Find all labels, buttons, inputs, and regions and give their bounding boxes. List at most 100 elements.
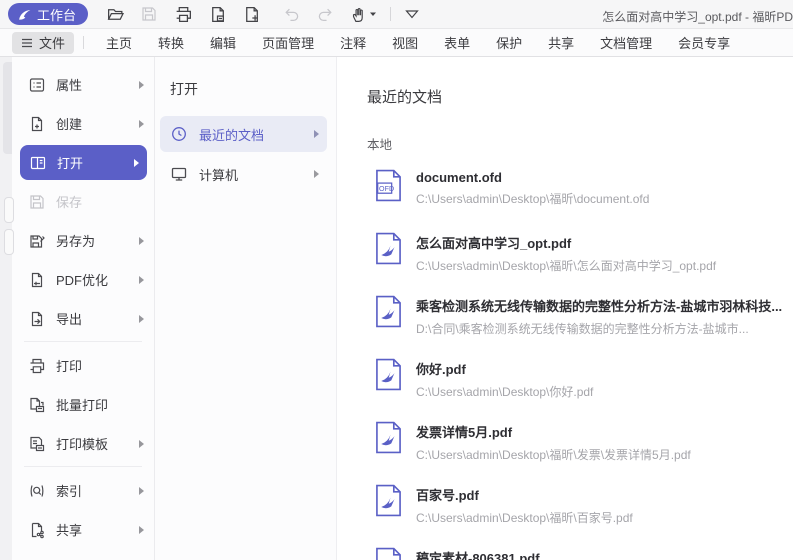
file-path: C:\Users\admin\Desktop\你好.pdf [416, 383, 593, 400]
pdf-file-icon [375, 232, 402, 265]
toolbar-divider [390, 7, 391, 21]
open-panel-title: 打开 [170, 79, 336, 99]
submenu-arrow-icon [314, 130, 319, 138]
pdf-file-icon [375, 547, 402, 560]
menu-item-save: 保存 [12, 182, 154, 221]
create-icon [28, 115, 46, 133]
submenu-arrow-icon [139, 81, 144, 89]
open-folder-icon[interactable] [102, 2, 128, 26]
export-icon [28, 310, 46, 328]
window-title: 怎么面对高中学习_opt.pdf - 福昕PD [602, 8, 793, 25]
batch-print-icon [28, 396, 46, 414]
open-icon [29, 154, 47, 172]
properties-icon [28, 76, 46, 94]
file-name: 乘客检测系统无线传输数据的完整性分析方法-盐城市羽林科技... [416, 294, 782, 315]
page-minus-icon[interactable] [204, 2, 230, 26]
menu-item-batch-print[interactable]: 批量打印 [12, 385, 154, 424]
recent-file-row[interactable]: 乘客检测系统无线传输数据的完整性分析方法-盐城市羽林科技... D:\合同\乘客… [367, 294, 793, 357]
hamburger-icon [21, 38, 33, 48]
tab-file[interactable]: 文件 [12, 32, 74, 54]
print-icon [28, 357, 46, 375]
recent-file-row[interactable]: 百家号.pdf C:\Users\admin\Desktop\福昕\百家号.pd… [367, 483, 793, 546]
open-item-recent-documents[interactable]: 最近的文档 [160, 116, 327, 152]
background-edge-strip [0, 57, 12, 560]
hand-tool-icon[interactable] [346, 2, 380, 26]
recent-file-row[interactable]: OFD document.ofd C:\Users\admin\Desktop\… [367, 168, 793, 231]
recent-documents-panel: 最近的文档 本地 OFD document.ofd C:\Users\admin… [337, 57, 793, 560]
menu-item-print-template[interactable]: 打印模板 [12, 424, 154, 463]
file-name: 发票详情5月.pdf [416, 420, 691, 441]
submenu-arrow-icon [139, 526, 144, 534]
menu-item-print[interactable]: 打印 [12, 346, 154, 385]
menu-item-label: 属性 [56, 75, 139, 94]
menu-item-export[interactable]: 导出 [12, 299, 154, 338]
index-icon [28, 482, 46, 500]
ribbon-tab-bar: 文件 主页 转换 编辑 页面管理 注释 视图 表单 保护 共享 文档管理 会员专… [0, 29, 793, 57]
menu-item-label: 批量打印 [56, 395, 144, 414]
tab-share[interactable]: 共享 [535, 33, 587, 52]
submenu-arrow-icon [139, 237, 144, 245]
open-item-label: 计算机 [199, 165, 314, 184]
clock-icon [170, 125, 188, 143]
tab-comment[interactable]: 注释 [327, 33, 379, 52]
menu-item-label: 导出 [56, 309, 139, 328]
submenu-arrow-icon [314, 170, 319, 178]
open-item-computer[interactable]: 计算机 [160, 156, 327, 192]
recent-file-row[interactable]: 稿定素材-806381.pdf [367, 546, 793, 560]
menu-item-share[interactable]: 共享 [12, 510, 154, 549]
pdf-file-icon [375, 421, 402, 454]
workspace-button[interactable]: 工作台 [8, 3, 88, 25]
menu-divider [24, 466, 142, 467]
file-path: C:\Users\admin\Desktop\福昕\百家号.pdf [416, 509, 633, 526]
file-name: 怎么面对高中学习_opt.pdf [416, 231, 716, 252]
redo-icon[interactable] [312, 2, 338, 26]
save-icon[interactable] [136, 2, 162, 26]
menu-item-label: 打开 [57, 153, 134, 172]
menu-item-create[interactable]: 创建 [12, 104, 154, 143]
pdf-file-icon [375, 484, 402, 517]
file-path: C:\Users\admin\Desktop\福昕\document.ofd [416, 190, 649, 207]
tab-view[interactable]: 视图 [379, 33, 431, 52]
menu-item-save-as[interactable]: 另存为 [12, 221, 154, 260]
pdf-file-icon [375, 295, 402, 328]
tab-member[interactable]: 会员专享 [665, 33, 743, 52]
save-icon [28, 193, 46, 211]
share-icon [28, 521, 46, 539]
page-plus-icon[interactable] [238, 2, 264, 26]
menu-item-label: 打印 [56, 356, 144, 375]
menu-item-label: 索引 [56, 481, 139, 500]
tab-form[interactable]: 表单 [431, 33, 483, 52]
recent-file-row[interactable]: 怎么面对高中学习_opt.pdf C:\Users\admin\Desktop\… [367, 231, 793, 294]
tab-protect[interactable]: 保护 [483, 33, 535, 52]
tab-doc-management[interactable]: 文档管理 [587, 33, 665, 52]
pdf-file-icon [375, 358, 402, 391]
tab-page-management[interactable]: 页面管理 [249, 33, 327, 52]
undo-icon[interactable] [278, 2, 304, 26]
tab-convert[interactable]: 转换 [145, 33, 197, 52]
file-menu-overlay: 属性 创建 打开 保存 另存为 PDF优化 导出 [0, 57, 793, 560]
save-as-icon [28, 232, 46, 250]
title-bar: 工作台 怎么面对高中学习_opt.pdf - 福 [0, 0, 793, 29]
menubar-divider [83, 36, 84, 49]
open-submenu-panel: 打开 最近的文档 计算机 [155, 57, 337, 560]
tab-file-label: 文件 [39, 33, 65, 52]
recent-file-row[interactable]: 你好.pdf C:\Users\admin\Desktop\你好.pdf [367, 357, 793, 420]
menu-item-properties[interactable]: 属性 [12, 65, 154, 104]
file-name: document.ofd [416, 168, 649, 185]
menu-item-open[interactable]: 打开 [20, 145, 147, 180]
recent-file-row[interactable]: 发票详情5月.pdf C:\Users\admin\Desktop\福昕\发票\… [367, 420, 793, 483]
quick-toolbar [102, 2, 433, 26]
submenu-arrow-icon [139, 276, 144, 284]
print-icon[interactable] [170, 2, 196, 26]
recent-documents-title: 最近的文档 [367, 86, 793, 107]
file-name: 稿定素材-806381.pdf [416, 546, 540, 560]
tab-home[interactable]: 主页 [93, 33, 145, 52]
quill-pen-icon [17, 7, 32, 22]
hide-toolbar-icon[interactable] [399, 2, 425, 26]
workspace-label: 工作台 [37, 5, 76, 24]
tab-edit[interactable]: 编辑 [197, 33, 249, 52]
menu-item-label: 保存 [56, 192, 144, 211]
file-name: 百家号.pdf [416, 483, 633, 504]
menu-item-pdf-optimize[interactable]: PDF优化 [12, 260, 154, 299]
menu-item-index[interactable]: 索引 [12, 471, 154, 510]
